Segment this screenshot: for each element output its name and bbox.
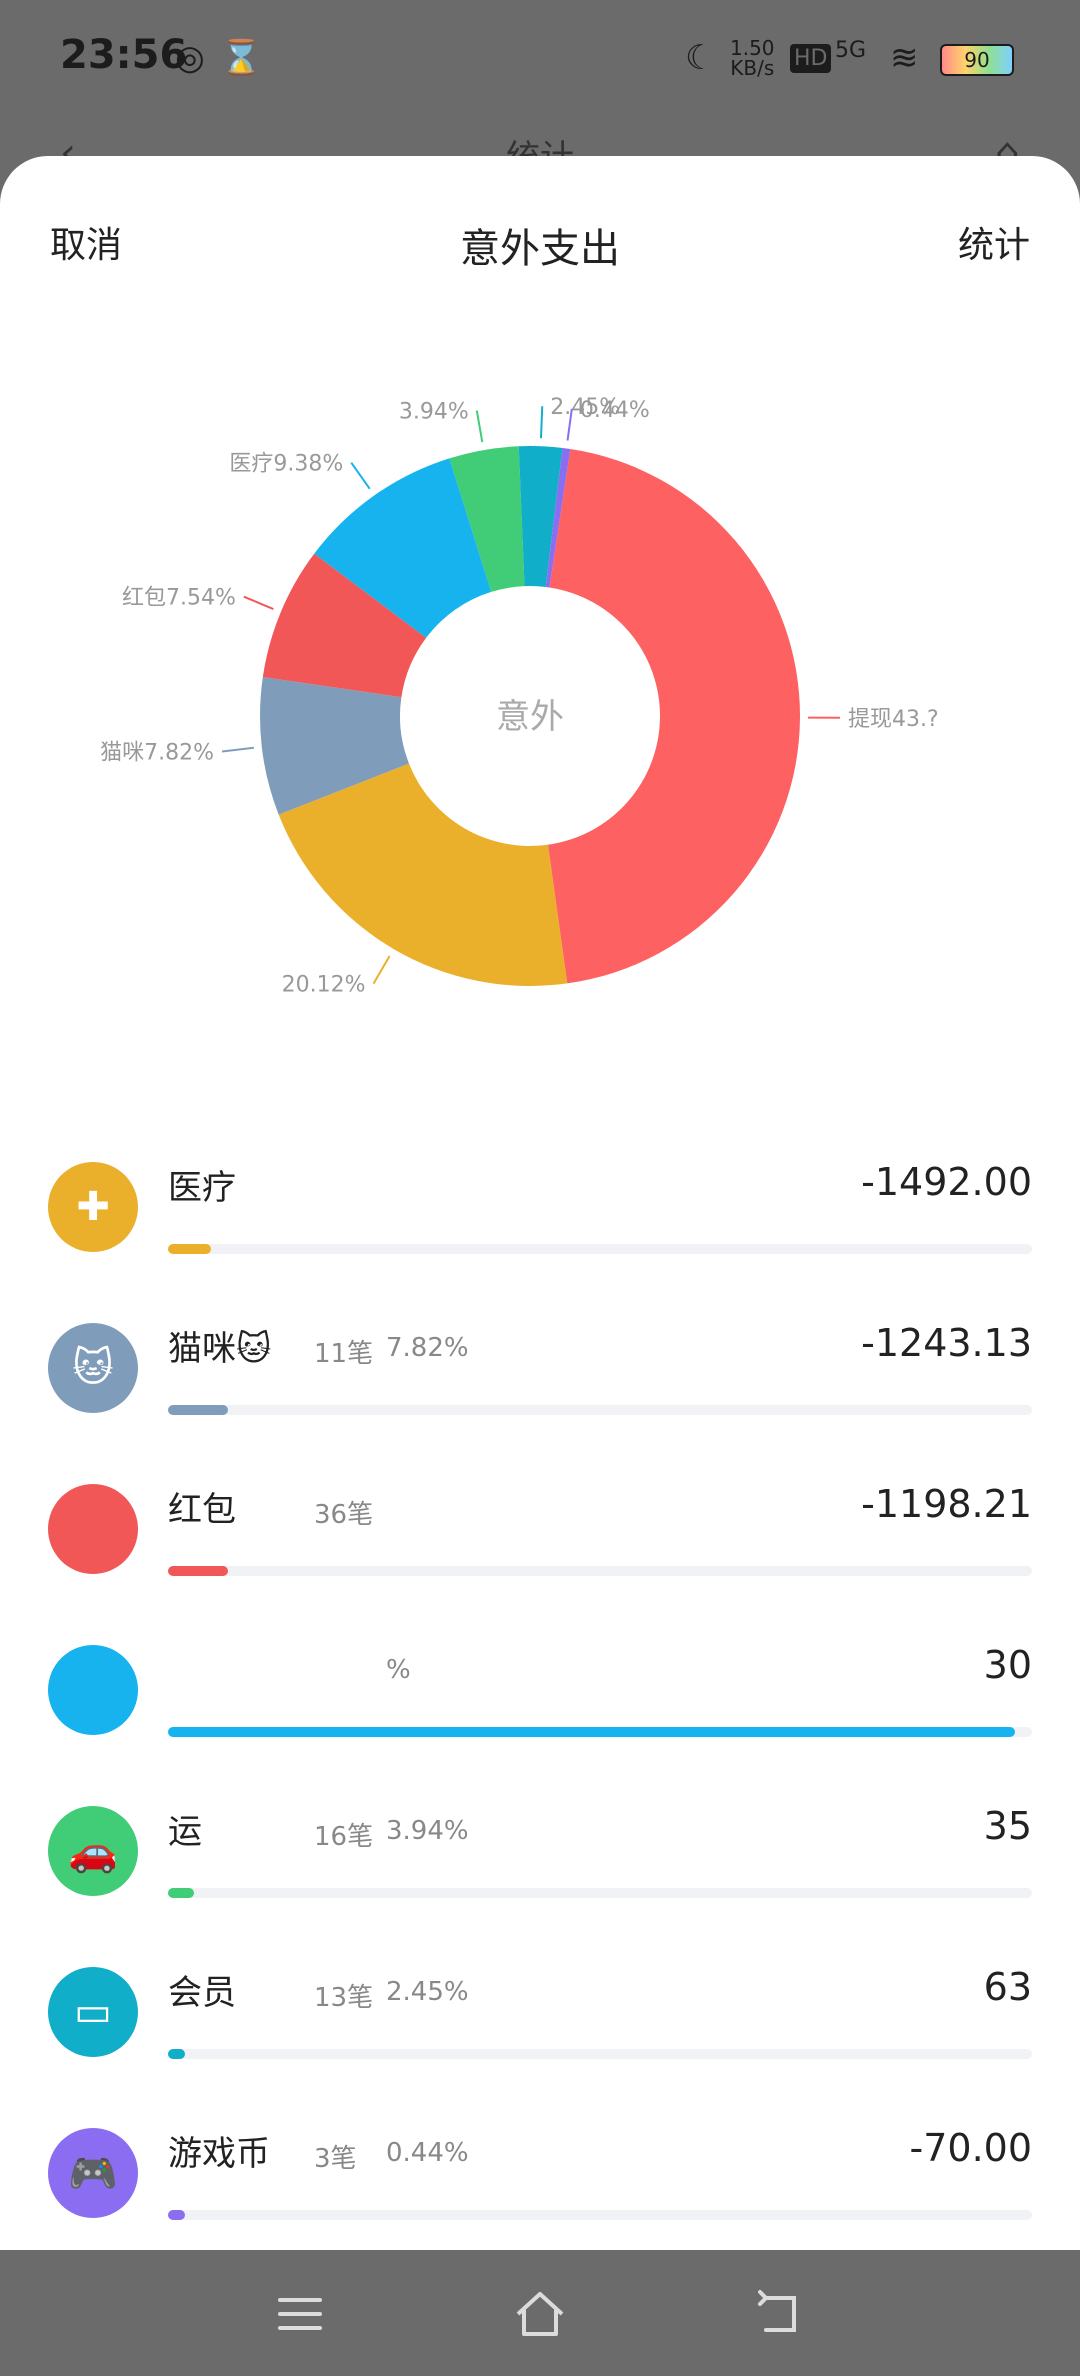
donut-label: 提现43.?	[848, 707, 939, 732]
progress-track	[168, 1244, 1032, 1254]
category-row[interactable]: 🚗 运 16笔 3.94% 35	[0, 1780, 1080, 1941]
red-packet-icon	[48, 1484, 138, 1574]
category-count: 36笔	[314, 1500, 374, 1530]
donut-label: 20.12%	[282, 973, 366, 998]
donut-label: 猫咪7.82%	[100, 740, 214, 765]
stats-button[interactable]: 统计	[958, 216, 1030, 268]
progress-fill	[168, 1566, 229, 1576]
donut-chart-svg: 提现43.?20.12%猫咪7.82%红包7.54%医疗9.38%3.94% 2.…	[100, 395, 939, 998]
menu-icon[interactable]	[270, 2284, 330, 2344]
category-row[interactable]: % 30	[0, 1619, 1080, 1780]
category-count: 13笔	[314, 1983, 374, 2013]
progress-fill	[168, 2210, 186, 2220]
progress-track	[168, 1888, 1032, 1898]
category-amount: 35	[983, 1804, 1032, 1848]
progress-fill	[168, 1405, 229, 1415]
progress-fill	[168, 1244, 212, 1254]
cat-icon: 🐱	[48, 1323, 138, 1413]
category-percent: 0.44%	[386, 2138, 469, 2168]
category-amount: -1198.21	[861, 1482, 1032, 1526]
progress-track	[168, 1727, 1032, 1737]
category-count: 16笔	[314, 1822, 374, 1852]
category-count: 3笔	[314, 2144, 357, 2174]
sheet-header: 取消 意外支出 统计	[0, 216, 1080, 296]
category-row[interactable]: ✚ 医疗 -1492.00	[0, 1136, 1080, 1297]
bottom-sheet: 取消 意外支出 统计 提现43.? 20.12% 猫咪7.82% 红包7.54% 医疗9…	[0, 156, 1080, 2250]
category-row[interactable]: 🎮 游戏币 3笔 0.44% -70.00	[0, 2102, 1080, 2263]
category-percent: %	[386, 1655, 411, 1685]
category-name: 运	[168, 1812, 202, 1852]
gamepad-icon: 🎮	[48, 2128, 138, 2218]
category-name: 会员	[168, 1973, 236, 2013]
battery-icon: 90	[940, 44, 1014, 76]
donut-center-label: 意外	[496, 697, 564, 737]
home-icon[interactable]	[510, 2284, 570, 2344]
category-row[interactable]: 红包 36笔 -1198.21	[0, 1458, 1080, 1619]
medical-kit-icon: ✚	[48, 1162, 138, 1252]
progress-fill	[168, 1727, 1015, 1737]
donut-label-line	[372, 955, 391, 985]
category-count: 11笔	[314, 1339, 374, 1369]
category-amount: 30	[983, 1643, 1032, 1687]
category-percent: 7.82%	[386, 1333, 469, 1363]
progress-fill	[168, 2049, 186, 2059]
category-list: ✚ 医疗 -1492.00 🐱 猫咪🐱 11笔 7.82% -1243.13 红…	[0, 1136, 1080, 2263]
category-row[interactable]: 🐱 猫咪🐱 11笔 7.82% -1243.13	[0, 1297, 1080, 1458]
category-amount: -1243.13	[861, 1321, 1032, 1365]
category-name: 红包	[168, 1490, 236, 1530]
category-percent: 2.45%	[386, 1977, 469, 2007]
hourglass-icon: ⌛	[220, 38, 263, 78]
category-amount: 63	[983, 1965, 1032, 2009]
donut-label: 3.94%	[399, 400, 469, 425]
category-icon	[48, 1645, 138, 1735]
donut-chart: 提现43.? 20.12% 猫咪7.82% 红包7.54% 医疗9.38% 3.94% 2.…	[0, 386, 1080, 1246]
progress-fill	[168, 1888, 194, 1898]
sheet-title: 意外支出	[460, 226, 620, 272]
category-name: 猫咪🐱	[168, 1329, 272, 1369]
membership-card-icon: ▭	[48, 1967, 138, 2057]
status-bar: 23:56 ◎ ⌛ ☾ 1.50 KB/s HD 5G ≋ 90	[0, 0, 1080, 120]
category-name: 游戏币	[168, 2134, 270, 2174]
hd-badge: HD	[790, 44, 832, 73]
category-row[interactable]: ▭ 会员 13笔 2.45% 63	[0, 1941, 1080, 2102]
progress-track	[168, 2049, 1032, 2059]
navigation-bar	[0, 2250, 1080, 2376]
category-amount: -1492.00	[861, 1160, 1032, 1204]
category-percent: 3.94%	[386, 1816, 469, 1846]
donut-label-line	[539, 406, 544, 439]
progress-track	[168, 2210, 1032, 2220]
wifi-icon: ≋	[890, 38, 919, 78]
donut-label: 红包7.54%	[122, 586, 236, 611]
signal-5g-icon: 5G	[835, 38, 867, 63]
back-icon[interactable]	[750, 2284, 810, 2344]
car-icon: 🚗	[48, 1806, 138, 1896]
donut-slice[interactable]	[547, 449, 800, 984]
donut-label-line	[350, 462, 371, 490]
progress-track	[168, 1566, 1032, 1576]
donut-label-line	[221, 746, 254, 753]
category-amount: -70.00	[909, 2126, 1033, 2170]
donut-label: 0.44%	[580, 398, 650, 423]
status-time: 23:56	[60, 32, 188, 78]
progress-track	[168, 1405, 1032, 1415]
data-saver-icon: ◎	[175, 38, 205, 78]
network-speed: 1.50 KB/s	[730, 36, 775, 80]
donut-label-line	[243, 595, 274, 610]
moon-icon: ☾	[685, 38, 716, 78]
category-name: 医疗	[168, 1168, 236, 1208]
donut-label-line	[475, 410, 484, 443]
donut-label: 医疗9.38%	[229, 452, 343, 477]
